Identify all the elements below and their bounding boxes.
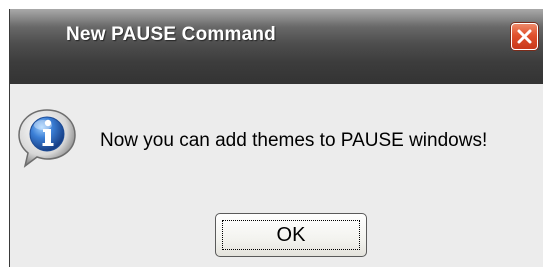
message-dialog: New PAUSE Command Now you can add themes… [9,9,543,267]
ok-button[interactable]: OK [215,213,367,257]
dialog-body: Now you can add themes to PAUSE windows!… [10,84,543,267]
info-icon [18,109,76,168]
dialog-message: Now you can add themes to PAUSE windows! [100,130,488,151]
dialog-title: New PAUSE Command [66,24,276,45]
title-bar[interactable]: New PAUSE Command [10,9,543,84]
close-icon [517,29,532,44]
ok-button-label: OK [276,223,306,246]
close-button[interactable] [511,23,538,50]
